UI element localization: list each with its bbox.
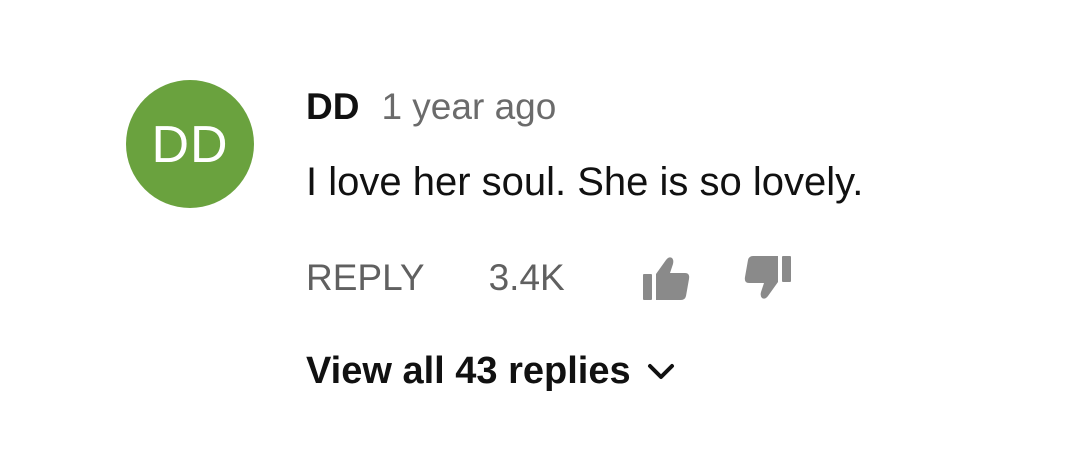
view-replies-button[interactable]: View all 43 replies	[306, 350, 675, 393]
like-button[interactable]	[641, 253, 691, 303]
comment-thread: DD DD 1 year ago I love her soul. She is…	[0, 0, 1080, 463]
comment-text: I love her soul. She is so lovely.	[306, 160, 864, 204]
avatar-initials: DD	[151, 116, 229, 174]
thumbs-down-icon	[744, 256, 791, 299]
view-replies-label: View all 43 replies	[306, 350, 631, 392]
author-name[interactable]: DD	[306, 86, 359, 128]
like-count: 3.4K	[488, 257, 565, 298]
comment-header: DD 1 year ago	[306, 86, 556, 134]
avatar[interactable]: DD	[126, 80, 254, 208]
comment-actions: REPLY 3.4K	[306, 252, 793, 304]
reply-button[interactable]: REPLY	[306, 257, 425, 299]
comment-timestamp[interactable]: 1 year ago	[381, 86, 556, 128]
dislike-button[interactable]	[743, 253, 793, 303]
thumbs-up-icon	[642, 257, 689, 300]
chevron-down-icon	[647, 363, 675, 381]
